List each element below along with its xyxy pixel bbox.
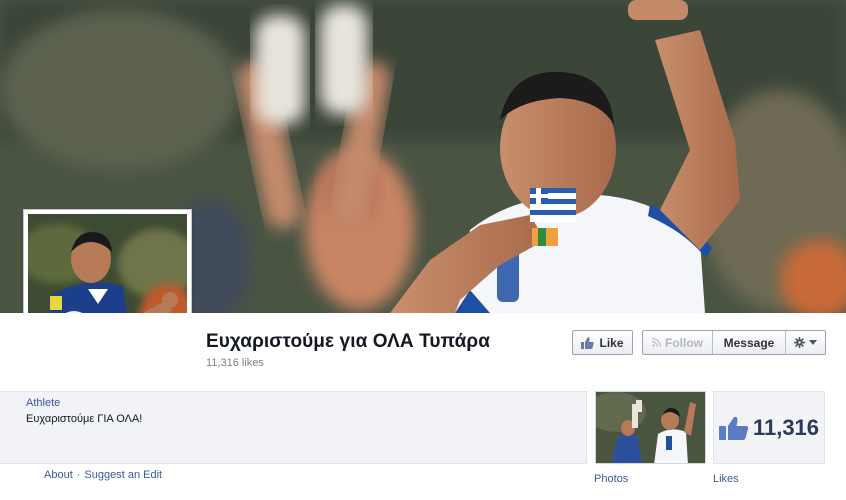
photos-thumbnail xyxy=(596,392,705,463)
about-link[interactable]: About xyxy=(44,469,73,481)
likes-label[interactable]: Likes xyxy=(713,473,739,485)
likes-tile[interactable]: 11,316 xyxy=(713,391,825,464)
thumbs-up-icon xyxy=(718,416,749,440)
likes-total: 11,316 xyxy=(752,414,820,440)
thumbs-up-icon xyxy=(581,336,595,349)
rss-icon xyxy=(652,338,661,347)
follow-button[interactable]: Follow xyxy=(643,331,713,354)
settings-dropdown-button[interactable] xyxy=(786,331,825,354)
page-info-box xyxy=(0,391,587,464)
suggest-edit-link[interactable]: Suggest an Edit xyxy=(84,469,162,481)
gear-icon xyxy=(794,337,805,348)
info-links: About · Suggest an Edit xyxy=(44,469,162,481)
page-actions-group: Follow Message xyxy=(642,330,826,355)
follow-button-label: Follow xyxy=(665,335,703,350)
photos-label[interactable]: Photos xyxy=(594,473,628,485)
photos-tile[interactable] xyxy=(595,391,706,464)
page-category-link[interactable]: Athlete xyxy=(26,397,60,409)
likes-count-text: 11,316 likes xyxy=(206,357,264,369)
message-button[interactable]: Message xyxy=(713,331,786,354)
page-title[interactable]: Ευχαριστούμε για ΟΛΑ Τυπάρα xyxy=(206,331,490,353)
link-separator: · xyxy=(76,469,81,481)
like-button-label: Like xyxy=(599,335,624,350)
like-button[interactable]: Like xyxy=(572,330,633,355)
page-about-text: Ευχαριστούμε ΓΙΑ ΟΛΑ! xyxy=(26,413,143,425)
caret-down-icon xyxy=(809,340,817,345)
message-button-label: Message xyxy=(723,335,775,350)
